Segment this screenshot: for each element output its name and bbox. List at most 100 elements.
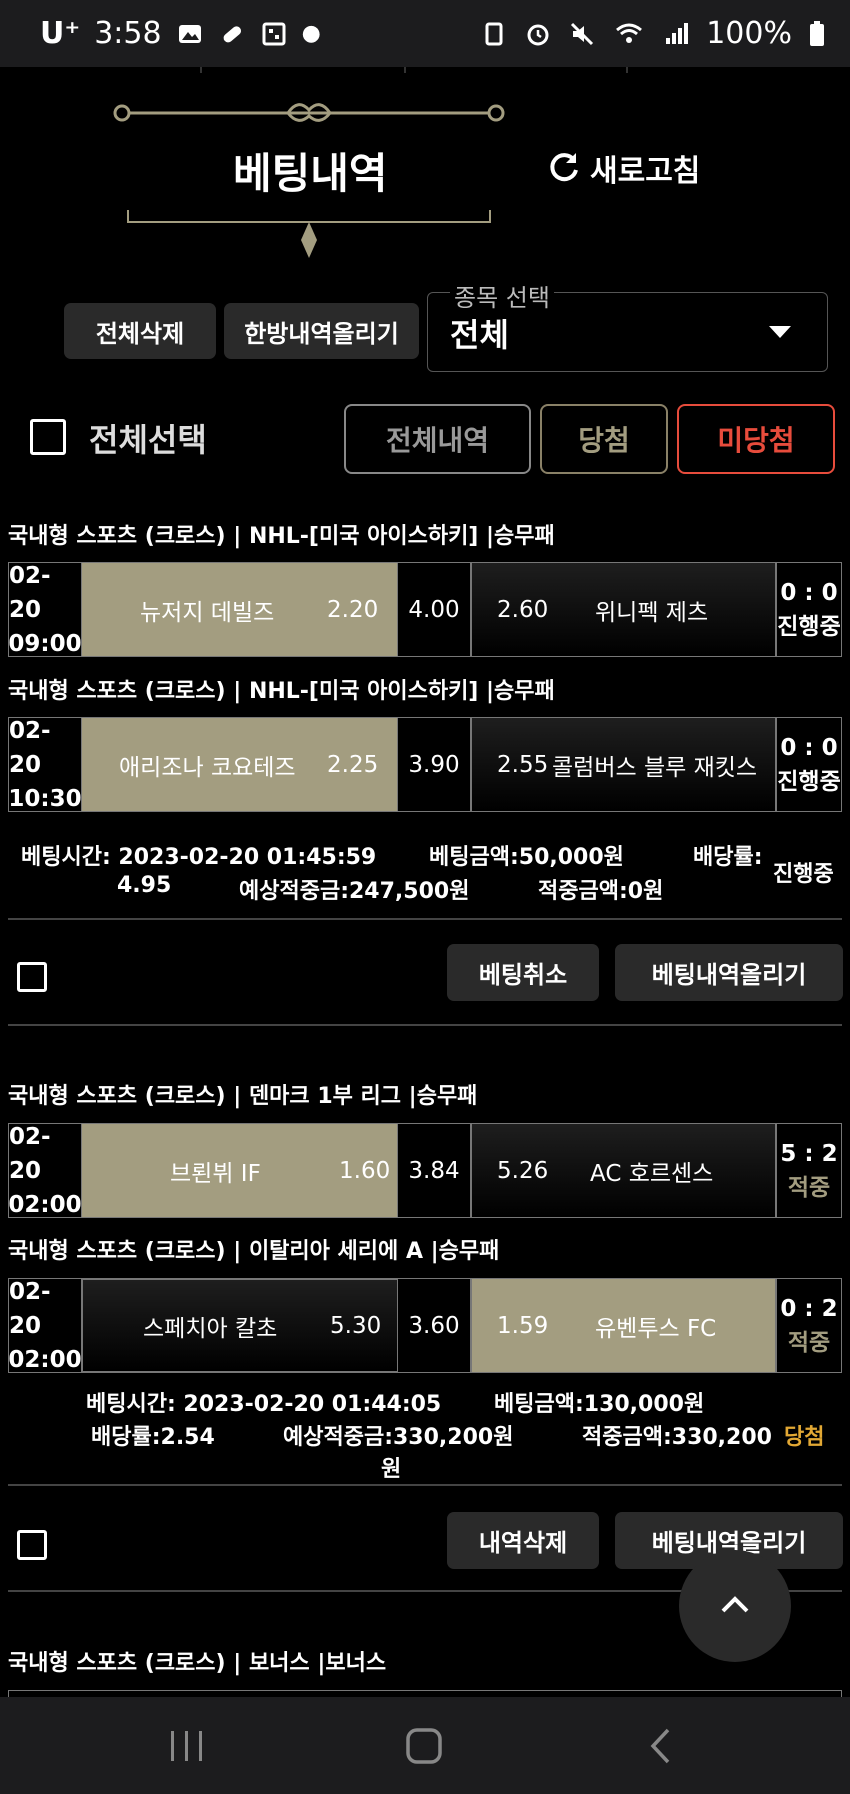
away-odds: 2.55 — [497, 751, 549, 778]
system-nav-bar — [0, 1697, 850, 1794]
odds-label: 배당률: — [693, 845, 763, 870]
refresh-label: 새로고침 — [590, 154, 701, 189]
expected-payout: 예상적중금:330,200원 — [283, 1425, 514, 1450]
away-team: AC 호르센스 — [590, 1160, 714, 1187]
gallery-icon — [178, 24, 201, 43]
away-team: 콜럼버스 블루 재킷스 — [552, 754, 758, 781]
away-team: 유벤투스 FC — [595, 1315, 717, 1342]
title-ornament-bottom — [127, 210, 491, 258]
league-label: 국내형 스포츠 (크로스) | 이탈리아 세리에 A |승무패 — [8, 1239, 500, 1264]
select-all-checkbox[interactable] — [30, 419, 66, 455]
match-result: 0 : 2 적중 — [777, 1279, 841, 1372]
expected-payout-unit: 원 — [381, 1457, 402, 1482]
delete-all-button[interactable]: 전체삭제 — [64, 303, 216, 359]
status-bar: U⁺ 3:58 ● 100% — [0, 0, 850, 67]
match-result: 5 : 2 적중 — [777, 1124, 841, 1217]
refresh-button[interactable]: 새로고침 — [546, 146, 700, 190]
draw-odds[interactable]: 3.90 — [398, 718, 472, 811]
match-state: 적중 — [787, 1174, 831, 1201]
match-row: 02-20 02:00 스페치아 칼초 5.30 3.60 1.59 유벤투스 FC … — [8, 1278, 842, 1373]
away-pick[interactable]: 2.60 위니펙 제츠 — [472, 563, 777, 656]
match-row: 02-20 09:00 뉴저지 데빌즈 2.20 4.00 2.60 위니펙 제츠 0… — [8, 562, 842, 657]
home-odds: 1.60 — [339, 1157, 391, 1184]
match-datetime: 02-20 02:00 — [8, 1124, 82, 1218]
sport-select-value: 전체 — [450, 316, 509, 354]
home-pick[interactable]: 스페치아 칼초 5.30 — [82, 1279, 398, 1372]
refresh-icon — [550, 153, 578, 182]
match-row: 02-20 10:30 애리조나 코요테즈 2.25 3.90 2.55 콜럼버스 블… — [8, 717, 842, 812]
odds: 배당률:2.54 — [91, 1425, 215, 1450]
filter-not-won-button[interactable]: 미당첨 — [677, 404, 835, 474]
match-date: 02-20 — [9, 717, 51, 778]
top-tab-divider — [404, 67, 406, 73]
bet-checkbox[interactable] — [17, 1530, 47, 1560]
match-date: 02-20 — [9, 1123, 51, 1184]
away-pick[interactable]: 5.26 AC 호르센스 — [472, 1124, 777, 1217]
signal-icon — [666, 22, 689, 44]
bet-status: 당첨 — [784, 1425, 825, 1450]
match-score: 0 : 0 — [780, 579, 838, 606]
alarm-icon — [527, 24, 549, 45]
top-tab-divider — [200, 67, 202, 73]
match-result: 0 : 0 진행중 — [777, 563, 841, 656]
qr-icon — [262, 22, 286, 45]
page-title: 베팅내역 — [233, 149, 388, 198]
cancel-bet-button[interactable]: 베팅취소 — [447, 944, 599, 1001]
match-score: 5 : 2 — [780, 1140, 838, 1167]
match-datetime: 02-20 02:00 — [8, 1279, 82, 1373]
filter-won-button[interactable]: 당첨 — [540, 404, 668, 474]
bet-status: 진행중 — [773, 862, 834, 887]
away-odds: 5.26 — [497, 1157, 549, 1184]
match-state: 적중 — [787, 1329, 831, 1356]
home-pick[interactable]: 뉴저지 데빌즈 2.20 — [82, 563, 398, 656]
bet-time: 베팅시간: 2023-02-20 01:44:05 — [86, 1392, 442, 1417]
won-amount: 적중금액:330,200 — [582, 1425, 772, 1450]
divider — [8, 1024, 842, 1026]
carrier-label: U⁺ — [40, 16, 81, 51]
home-odds: 2.20 — [327, 596, 379, 623]
match-datetime: 02-20 09:00 — [8, 563, 82, 657]
match-score: 0 : 2 — [780, 1295, 838, 1322]
away-odds: 1.59 — [497, 1312, 549, 1339]
title-ornament-top — [113, 103, 505, 122]
away-team: 위니펙 제츠 — [595, 599, 709, 626]
match-row: 02-20 02:00 브뢴뷔 IF 1.60 3.84 5.26 AC 호르센스 5… — [8, 1123, 842, 1218]
away-pick[interactable]: 1.59 유벤투스 FC — [472, 1279, 777, 1372]
home-odds: 5.30 — [330, 1312, 382, 1339]
chevron-down-icon — [769, 326, 791, 338]
odds-value: 4.95 — [117, 873, 172, 898]
away-pick[interactable]: 2.55 콜럼버스 블루 재킷스 — [472, 718, 777, 811]
expected-payout: 예상적중금:247,500원 — [239, 879, 470, 904]
upload-all-button[interactable]: 한방내역올리기 — [224, 303, 419, 359]
wifi-icon — [616, 23, 643, 43]
league-label: 국내형 스포츠 (크로스) | NHL-[미국 아이스하키] |승무패 — [8, 524, 555, 549]
bet-amount: 베팅금액:130,000원 — [494, 1392, 705, 1417]
home-icon[interactable] — [405, 1727, 443, 1765]
match-time: 02:00 — [8, 1191, 82, 1218]
home-odds: 2.25 — [327, 751, 379, 778]
filter-all-button[interactable]: 전체내역 — [344, 404, 531, 474]
draw-odds[interactable]: 3.84 — [398, 1124, 472, 1217]
league-label: 국내형 스포츠 (크로스) | 보너스 |보너스 — [8, 1651, 387, 1676]
home-pick[interactable]: 브뢴뷔 IF 1.60 — [82, 1124, 398, 1217]
scroll-top-button[interactable] — [679, 1550, 791, 1662]
bet-amount: 베팅금액:50,000원 — [429, 845, 624, 870]
select-all-label: 전체선택 — [89, 421, 207, 459]
home-pick[interactable]: 애리조나 코요테즈 2.25 — [82, 718, 398, 811]
back-icon[interactable] — [648, 1727, 674, 1765]
recents-icon[interactable] — [168, 1729, 206, 1763]
home-team: 스페치아 칼초 — [143, 1315, 278, 1342]
bet-checkbox[interactable] — [17, 962, 47, 992]
draw-odds[interactable]: 4.00 — [398, 563, 472, 656]
dot-icon: ● — [301, 21, 321, 46]
home-team: 애리조나 코요테즈 — [119, 754, 296, 781]
divider — [8, 1484, 842, 1486]
home-team: 뉴저지 데빌즈 — [140, 599, 275, 626]
draw-odds[interactable]: 3.60 — [398, 1279, 472, 1372]
match-datetime: 02-20 10:30 — [8, 718, 82, 812]
upload-bet-button[interactable]: 베팅내역올리기 — [615, 944, 843, 1001]
match-time: 02:00 — [8, 1346, 82, 1373]
delete-bet-button[interactable]: 내역삭제 — [447, 1512, 599, 1569]
match-score: 0 : 0 — [780, 734, 838, 761]
chevron-up-icon — [721, 1596, 749, 1613]
